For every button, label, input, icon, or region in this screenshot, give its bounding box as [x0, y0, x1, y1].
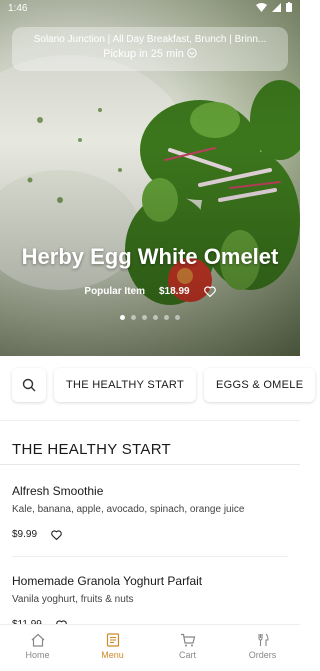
tab-label: Cart [178, 650, 196, 660]
menu-item[interactable]: Homemade Granola Yoghurt Parfait Vanila … [12, 574, 288, 630]
chevron-down-circle-icon [187, 48, 197, 58]
item-description: Vanila yoghurt, fruits & nuts [12, 594, 134, 605]
carousel-dot[interactable] [142, 315, 147, 320]
hero-banner[interactable]: 1:46 Solano Junction | All Day Breakfast… [0, 0, 300, 356]
wifi-icon [256, 2, 267, 12]
category-bar: THE HEALTHY START EGGS & OMELE [12, 368, 316, 402]
carousel-dots[interactable] [0, 315, 300, 320]
home-icon [31, 633, 44, 647]
popular-badge: Popular Item [84, 286, 145, 297]
menu-icon [106, 633, 119, 647]
carousel-dot[interactable] [120, 315, 125, 320]
search-button[interactable] [12, 368, 46, 402]
status-time: 1:46 [8, 3, 28, 14]
carousel-dot[interactable] [131, 315, 136, 320]
featured-title: Herby Egg White Omelet [21, 244, 279, 269]
item-name: Alfresh Smoothie [12, 484, 104, 498]
category-tab-eggs-omelets[interactable]: EGGS & OMELE [203, 368, 316, 402]
tab-orders[interactable]: Orders [225, 625, 300, 668]
status-bar: 1:46 [0, 0, 300, 18]
tab-label: Home [25, 650, 50, 660]
tab-home[interactable]: Home [0, 625, 75, 668]
item-price: $9.99 [12, 529, 38, 540]
tab-label: Orders [248, 650, 277, 660]
store-info-pill[interactable]: Solano Junction | All Day Breakfast, Bru… [12, 27, 288, 71]
orders-icon [257, 633, 269, 646]
item-description: Kale, banana, apple, avocado, spinach, o… [12, 504, 245, 515]
featured-meta: Popular Item $18.99 [0, 286, 300, 297]
store-name: Solano Junction | All Day Breakfast, Bru… [33, 34, 267, 45]
cart-icon [180, 633, 195, 647]
carousel-dot[interactable] [175, 315, 180, 320]
item-divider [12, 556, 288, 557]
category-tab-healthy-start[interactable]: THE HEALTHY START [54, 368, 196, 402]
carousel-dot[interactable] [164, 315, 169, 320]
heart-icon[interactable] [203, 286, 216, 297]
pickup-time: Pickup in 25 min [103, 48, 184, 60]
bottom-tab-bar: Home Menu Cart Orders [0, 624, 300, 668]
search-icon [22, 378, 36, 392]
item-name: Homemade Granola Yoghurt Parfait [12, 574, 203, 588]
battery-icon [286, 2, 292, 12]
signal-icon [272, 2, 281, 12]
heart-icon[interactable] [51, 529, 62, 540]
tab-label: Menu [101, 650, 124, 660]
section-divider [0, 464, 300, 465]
tab-menu[interactable]: Menu [75, 625, 150, 668]
tab-cart[interactable]: Cart [150, 625, 225, 668]
carousel-dot[interactable] [153, 315, 158, 320]
menu-item[interactable]: Alfresh Smoothie Kale, banana, apple, av… [12, 484, 288, 540]
section-title: THE HEALTHY START [12, 441, 172, 458]
featured-price: $18.99 [158, 286, 190, 297]
